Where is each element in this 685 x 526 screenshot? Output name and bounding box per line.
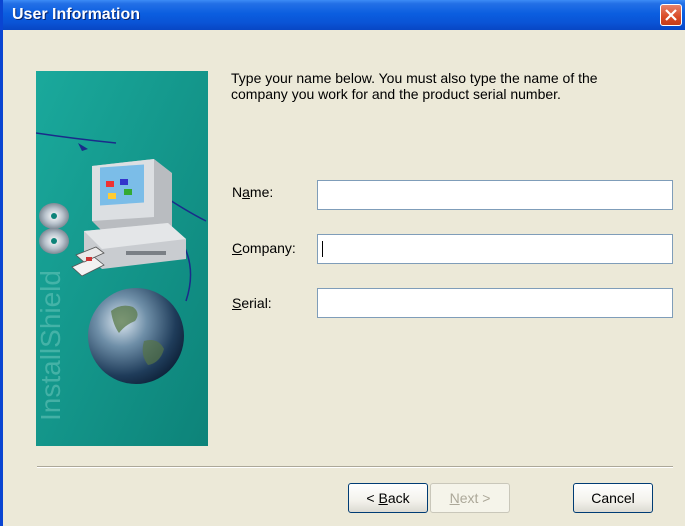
company-label: Company: xyxy=(232,240,296,256)
installshield-banner-image: InstallShield xyxy=(36,71,208,446)
serial-field[interactable] xyxy=(317,288,673,318)
back-button[interactable]: < Back xyxy=(348,483,428,513)
user-information-dialog: User Information InstallShield Type your… xyxy=(0,0,685,526)
instructions-text: Type your name below. You must also type… xyxy=(231,70,598,102)
separator-line xyxy=(37,466,673,468)
company-field[interactable] xyxy=(317,234,673,264)
close-icon xyxy=(665,9,677,21)
name-field[interactable] xyxy=(317,180,673,210)
close-button[interactable] xyxy=(660,4,682,26)
serial-label: Serial: xyxy=(232,295,272,311)
name-label: Name: xyxy=(232,184,274,200)
cancel-button[interactable]: Cancel xyxy=(573,483,653,513)
text-caret xyxy=(322,241,323,257)
window-title: User Information xyxy=(12,6,141,23)
title-bar[interactable]: User Information xyxy=(3,0,685,30)
installshield-brand-text: InstallShield xyxy=(36,270,66,421)
next-button[interactable]: Next > xyxy=(430,483,510,513)
